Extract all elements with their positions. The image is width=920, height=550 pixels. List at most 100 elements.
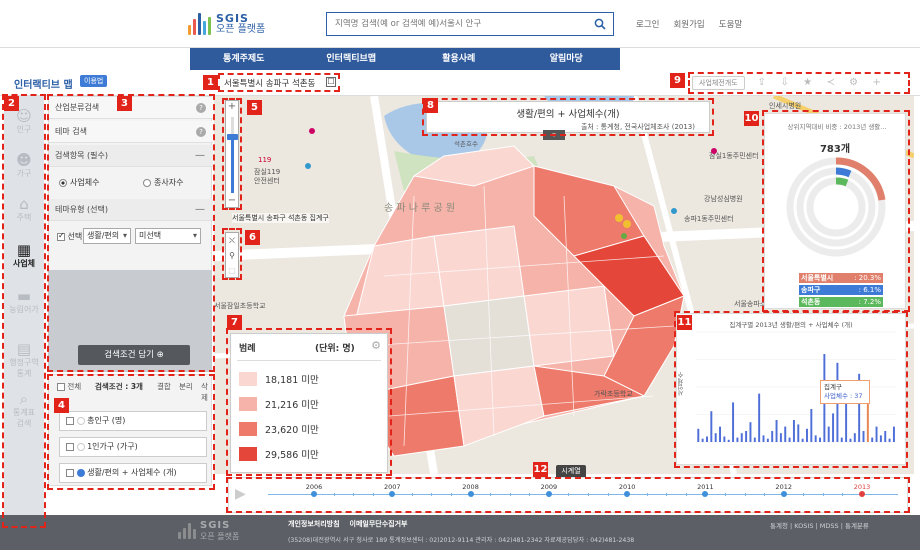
radio-business-count[interactable]: 사업체수 bbox=[59, 177, 99, 188]
help-link[interactable]: 도움말 bbox=[719, 18, 742, 30]
iconbar-item-farm[interactable]: ▬ 농림어가 bbox=[4, 288, 44, 315]
help-icon[interactable]: ? bbox=[196, 127, 206, 137]
donut-row-seokchon: 석촌동: 7.2% bbox=[799, 297, 883, 307]
annotation-number: 7 bbox=[227, 315, 242, 330]
settings-icon[interactable]: ⚙ bbox=[848, 77, 860, 89]
bookmark-star-icon[interactable]: ★ bbox=[802, 77, 814, 89]
search-icon[interactable] bbox=[587, 13, 613, 35]
business-map-button[interactable]: 사업체전개도 bbox=[692, 76, 745, 90]
zoom-handle[interactable] bbox=[227, 134, 238, 140]
timeline-year-label[interactable]: 2006 bbox=[306, 483, 323, 491]
donut-row-seoul: 서울특별시: 20.3% bbox=[799, 273, 883, 283]
checkbox-icon bbox=[66, 468, 74, 477]
share-icon[interactable]: ≺ bbox=[825, 77, 837, 89]
upload-icon[interactable]: ⇪ bbox=[756, 77, 768, 89]
measure-icon[interactable]: ⛌ bbox=[226, 233, 238, 248]
theme-select-primary[interactable]: 생활/편의 bbox=[83, 228, 131, 244]
timeline-toggle-button[interactable]: 시계열 bbox=[556, 465, 586, 477]
add-icon[interactable]: + bbox=[871, 77, 883, 89]
bar-mark bbox=[879, 435, 882, 442]
bar-mark bbox=[784, 426, 787, 442]
timeline-year-label[interactable]: 2009 bbox=[541, 483, 558, 491]
bar-mark bbox=[871, 437, 874, 442]
timeline-year-label[interactable]: 2010 bbox=[619, 483, 636, 491]
donut-chart bbox=[786, 157, 886, 257]
map-title-toggle[interactable]: ▾ bbox=[543, 130, 565, 140]
timeline-year-dot[interactable] bbox=[467, 491, 474, 497]
play-icon[interactable]: ▶ bbox=[235, 486, 246, 502]
timeline-year-dot[interactable] bbox=[311, 491, 317, 497]
nav-item-interactive[interactable]: 인터랙티브맵 bbox=[298, 48, 406, 70]
timeline-tick bbox=[822, 493, 824, 496]
iconbar-item-population[interactable]: ☺ 인구 bbox=[4, 108, 44, 135]
iconbar-item-housing[interactable]: ⌂ 주택 bbox=[4, 196, 44, 223]
collapse-icon[interactable]: — bbox=[195, 145, 205, 167]
signup-link[interactable]: 회원가입 bbox=[673, 18, 704, 30]
footer-related-links[interactable]: 통계청 | KOSIS | MDSS | 통계분류 bbox=[770, 520, 869, 530]
search-input[interactable] bbox=[335, 19, 587, 29]
bar-mark bbox=[866, 401, 869, 442]
timeline-year-label[interactable]: 2007 bbox=[384, 483, 401, 491]
location-breadcrumb[interactable]: 서울특별시 송파구 석촌동 bbox=[224, 77, 315, 89]
svg-text:석촌호수: 석촌호수 bbox=[454, 139, 478, 148]
timeline-year-dot[interactable] bbox=[702, 491, 709, 497]
combine-tab[interactable]: 결합 bbox=[157, 381, 171, 392]
timeline-year-dot[interactable] bbox=[545, 491, 552, 497]
howto-badge[interactable]: 이용법 bbox=[80, 75, 108, 87]
timeline-year-dot[interactable] bbox=[389, 491, 396, 497]
bar-mark bbox=[762, 435, 765, 442]
delete-tab[interactable]: 삭제 bbox=[201, 381, 211, 403]
nav-item-cases[interactable]: 활용사례 bbox=[405, 48, 513, 70]
gear-icon[interactable]: ⚙ bbox=[371, 339, 381, 352]
nav-item-notice[interactable]: 알림마당 bbox=[513, 48, 621, 70]
theme-checkbox[interactable]: 선택 bbox=[57, 231, 82, 242]
timeline-year-dot[interactable] bbox=[859, 491, 865, 497]
iconbar-item-region[interactable]: ▤ 행정구역 통계 bbox=[4, 332, 44, 379]
privacy-link[interactable]: 개인정보처리방침 bbox=[288, 519, 340, 529]
checkbox-icon bbox=[57, 231, 65, 241]
timeline-year-label[interactable]: 2013 bbox=[854, 483, 871, 491]
list-item[interactable]: 총인구 (명) bbox=[59, 411, 207, 431]
search-item-header[interactable]: 검색항목 (필수) — bbox=[49, 145, 213, 167]
svg-text:서울잠일초등학교: 서울잠일초등학교 bbox=[214, 301, 266, 310]
donut-title: 상위지역대비 비중 : 2013년 생활... bbox=[787, 123, 887, 131]
zoom-out-button[interactable]: − bbox=[226, 195, 238, 207]
zoom-in-button[interactable]: + bbox=[226, 101, 238, 113]
location-toggle-button[interactable]: ☐ bbox=[326, 77, 336, 87]
logo-bars-icon bbox=[188, 13, 211, 35]
bar-mark bbox=[875, 426, 878, 442]
nav-item-thematic[interactable]: 통계주제도 bbox=[190, 48, 298, 70]
bar-chart-ylabel: 사업체수 bbox=[678, 372, 685, 396]
radio-employee-count[interactable]: 종사자수 bbox=[143, 177, 183, 188]
checkbox-icon bbox=[66, 416, 74, 425]
theme-type-header[interactable]: 테마유형 (선택) — bbox=[49, 199, 213, 221]
select-all-checkbox[interactable]: 전체 bbox=[57, 381, 81, 392]
sgis-logo[interactable]: SGIS 오픈 플랫폼 bbox=[188, 8, 278, 40]
timeline-year-dot[interactable] bbox=[624, 491, 631, 497]
building-icon: ▦ bbox=[16, 241, 32, 259]
timeline-tick bbox=[372, 493, 374, 496]
timeline-year-label[interactable]: 2008 bbox=[462, 483, 479, 491]
list-item[interactable]: 1인가구 (가구) bbox=[59, 437, 207, 457]
split-tab[interactable]: 분리 bbox=[179, 381, 193, 392]
collapse-icon[interactable]: — bbox=[195, 199, 205, 221]
theme-select-secondary[interactable]: 미선택 bbox=[135, 228, 201, 244]
pin-icon[interactable]: ⚲ bbox=[226, 248, 238, 263]
checkbox-icon bbox=[57, 383, 65, 391]
bar-mark bbox=[806, 428, 808, 442]
timeline-year-label[interactable]: 2011 bbox=[697, 483, 714, 491]
login-link[interactable]: 로그인 bbox=[636, 18, 659, 30]
annotation-number: 4 bbox=[54, 398, 69, 413]
iconbar-item-business[interactable]: ▦ 사업체 bbox=[4, 242, 44, 269]
download-icon[interactable]: ⇩ bbox=[779, 77, 791, 89]
timeline-year-dot[interactable] bbox=[780, 491, 787, 497]
list-item[interactable]: 생활/편의 + 사업체수 (개) bbox=[59, 463, 207, 483]
layer-icon[interactable]: ▢ bbox=[226, 263, 238, 278]
save-condition-button[interactable]: 검색조건 담기 ⊕ bbox=[78, 345, 190, 365]
email-policy-link[interactable]: 이메일무단수집거부 bbox=[350, 519, 408, 529]
iconbar-item-household[interactable]: ☻ 가구 bbox=[4, 152, 44, 179]
help-icon[interactable]: ? bbox=[196, 103, 206, 113]
iconbar-item-table-search[interactable]: ⌕ 통계표 검색 bbox=[4, 382, 44, 429]
theme-search-row[interactable]: 테마 검색? bbox=[49, 121, 213, 143]
timeline-year-label[interactable]: 2012 bbox=[775, 483, 792, 491]
